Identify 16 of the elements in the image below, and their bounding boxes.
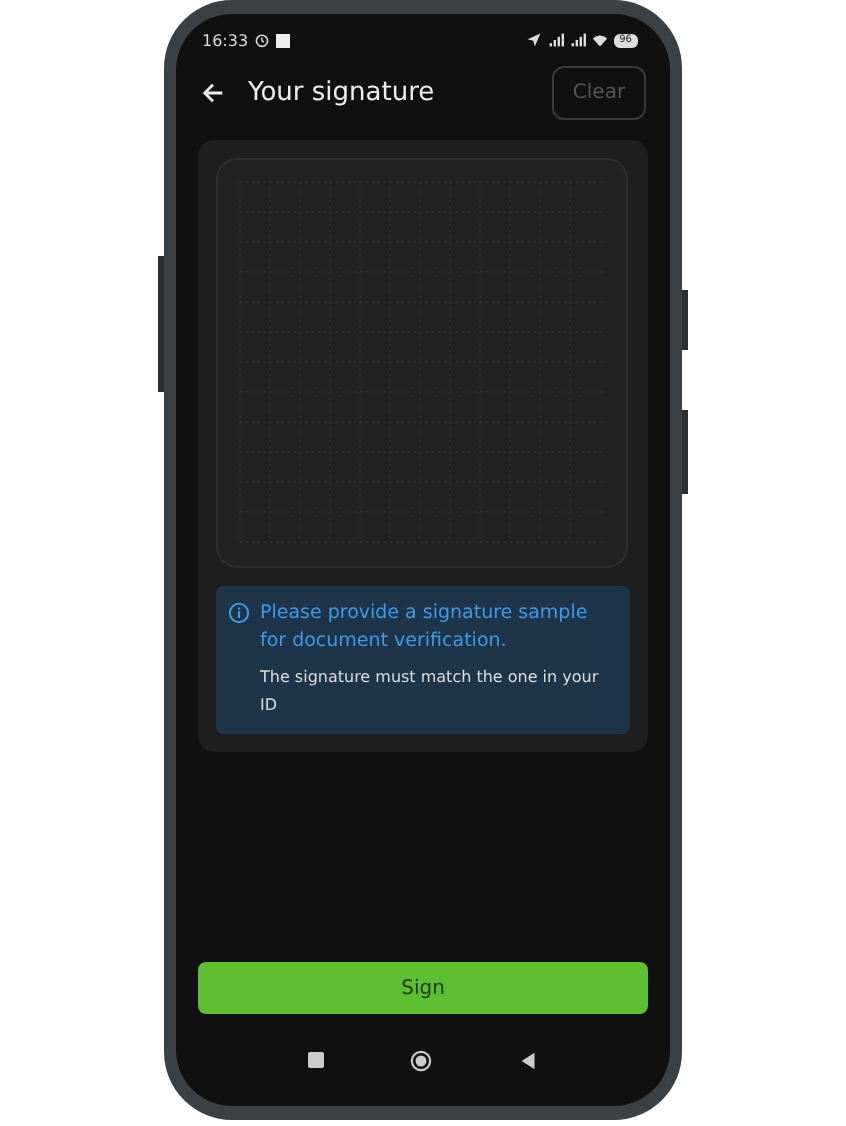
info-icon [228,602,250,624]
signal-icon [569,32,586,48]
notification-icon [276,33,291,47]
alarm-clock-icon [254,32,271,48]
status-time: 16:33 [202,31,249,49]
page-title: Your signature [248,77,435,107]
recents-icon[interactable] [307,1052,323,1068]
wifi-icon [591,32,608,48]
notice-title: Please provide a signature sample for document verification. [260,600,590,656]
signal-icon [547,32,564,48]
back-triangle-icon[interactable] [517,1049,539,1071]
back-arrow-icon[interactable] [200,79,226,105]
notice-text: The signature must match the one in your ID [260,666,601,718]
sign-button[interactable]: Sign [198,962,648,1014]
location-arrow-icon [525,32,542,48]
home-icon[interactable] [409,1049,431,1071]
